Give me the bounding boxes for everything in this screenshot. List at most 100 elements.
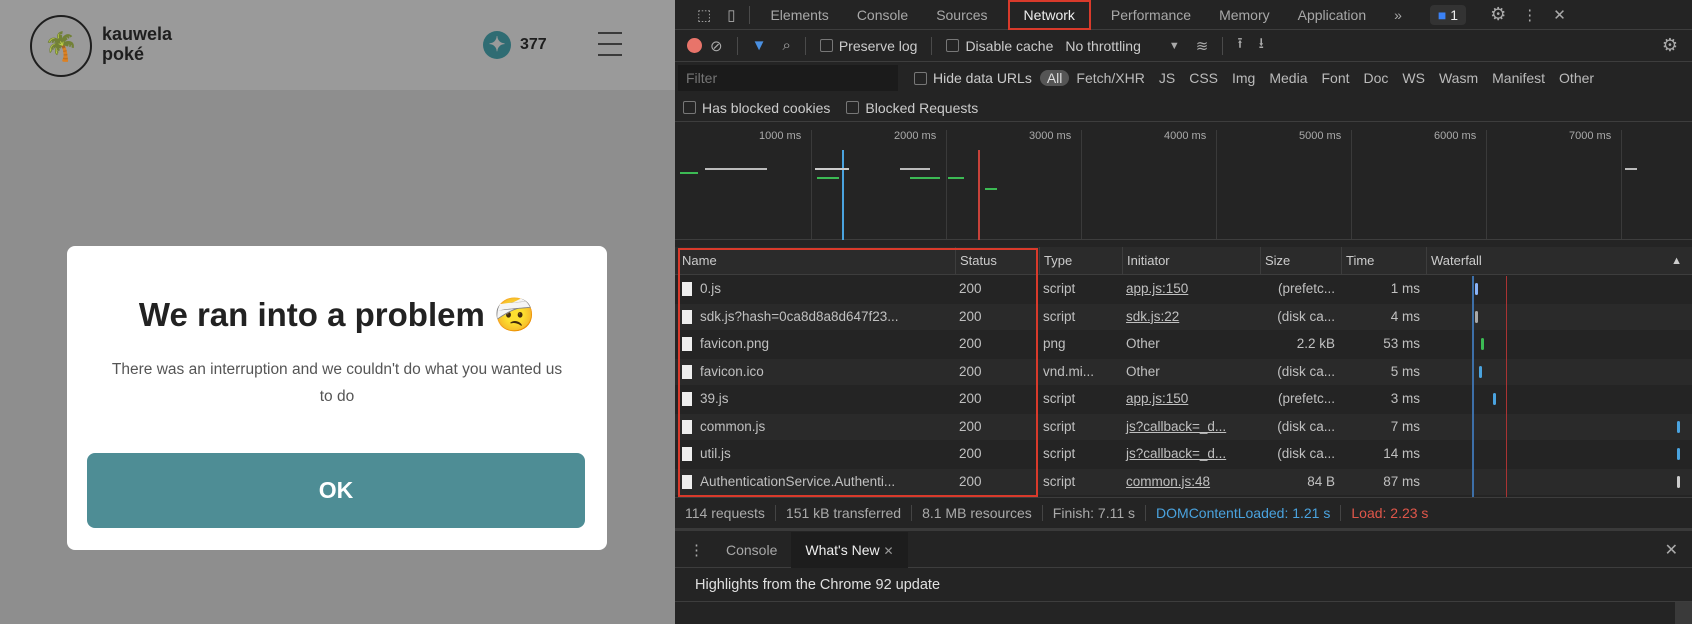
cell-initiator[interactable]: sdk.js:22 <box>1122 304 1260 330</box>
waterfall-bar <box>1481 338 1484 350</box>
throttling-select[interactable]: No throttling <box>1065 38 1140 54</box>
network-settings-gear-icon[interactable]: ⚙ <box>1654 35 1686 56</box>
time-text: 3 ms <box>1390 391 1420 406</box>
blocked-requests-checkbox[interactable]: Blocked Requests <box>846 100 978 116</box>
hide-data-urls-checkbox[interactable]: Hide data URLs <box>914 70 1032 86</box>
time-text: 4 ms <box>1390 308 1420 324</box>
column-header-type[interactable]: Type <box>1039 247 1072 275</box>
record-icon[interactable] <box>687 38 702 53</box>
filter-input[interactable] <box>678 65 898 91</box>
network-overview-timeline[interactable]: 1000 ms 2000 ms 3000 ms 4000 ms 5000 ms … <box>675 122 1692 240</box>
timeline-tick: 1000 ms <box>759 130 802 142</box>
sort-ascending-icon[interactable]: ▲ <box>1671 247 1682 275</box>
cell-initiator[interactable]: app.js:150 <box>1122 386 1260 412</box>
filter-icon[interactable]: ▼ <box>744 37 775 54</box>
filter-type-css[interactable]: CSS <box>1182 70 1225 86</box>
cell-type: script <box>1039 441 1122 467</box>
points-count[interactable]: 377 <box>520 36 547 54</box>
filter-type-other[interactable]: Other <box>1552 70 1601 86</box>
cell-initiator[interactable]: js?callback=_d... <box>1122 414 1260 440</box>
cell-size: 2.2 kB <box>1260 331 1341 357</box>
cell-initiator[interactable]: common.js:48 <box>1122 469 1260 495</box>
logo-text[interactable]: kauwela poké <box>102 24 172 64</box>
tab-console[interactable]: Console <box>843 0 922 30</box>
request-bar <box>815 168 849 170</box>
settings-gear-icon[interactable]: ⚙ <box>1482 4 1514 25</box>
close-tab-icon[interactable]: ✕ <box>884 544 894 558</box>
summary-resources: 8.1 MB resources <box>912 505 1043 521</box>
drawer-tab-whats-new[interactable]: What's New ✕ <box>791 531 908 568</box>
size-text: (disk ca... <box>1277 308 1335 324</box>
waterfall-bar <box>1475 310 1478 323</box>
filter-type-font[interactable]: Font <box>1314 70 1356 86</box>
timeline-tick: 7000 ms <box>1569 130 1612 142</box>
filter-type-js[interactable]: JS <box>1152 70 1182 86</box>
column-header-time[interactable]: Time <box>1341 247 1374 275</box>
whats-new-highlight[interactable]: Highlights from the Chrome 92 update <box>675 568 1692 602</box>
waterfall-bar <box>1677 420 1680 433</box>
chevron-down-icon[interactable]: ▼ <box>1161 40 1188 52</box>
dialog-message: There was an interruption and we couldn'… <box>111 361 563 405</box>
filter-type-fetch-xhr[interactable]: Fetch/XHR <box>1069 70 1151 86</box>
messages-count: 1 <box>1450 6 1459 23</box>
filter-type-ws[interactable]: WS <box>1395 70 1432 86</box>
filter-type-media[interactable]: Media <box>1262 70 1314 86</box>
drawer-tab-console[interactable]: Console <box>712 535 791 565</box>
inspect-element-icon[interactable]: ⬚ <box>689 6 719 24</box>
divider <box>804 36 806 55</box>
preserve-log-checkbox[interactable]: Preserve log <box>819 38 917 54</box>
divider <box>736 36 738 55</box>
export-har-icon[interactable]: ⭳ <box>1251 33 1272 58</box>
close-drawer-icon[interactable]: ✕ <box>1657 540 1686 560</box>
clear-icon[interactable]: ⊘ <box>702 37 731 55</box>
filter-type-wasm[interactable]: Wasm <box>1432 70 1485 86</box>
site-header: 🌴 kauwela poké ✦ 377 <box>0 0 675 90</box>
hamburger-menu-icon[interactable] <box>598 32 622 56</box>
tab-memory[interactable]: Memory <box>1205 0 1284 30</box>
waterfall-bar <box>1677 475 1680 488</box>
search-icon[interactable]: ⌕ <box>774 37 798 54</box>
close-devtools-icon[interactable]: ✕ <box>1545 6 1574 24</box>
column-header-initiator[interactable]: Initiator <box>1122 247 1170 275</box>
filter-type-doc[interactable]: Doc <box>1357 70 1396 86</box>
cell-size: 84 B <box>1260 469 1341 495</box>
request-bar <box>985 188 997 190</box>
hide-data-urls-label: Hide data URLs <box>933 70 1032 86</box>
import-har-icon[interactable]: ⭱ <box>1229 33 1250 58</box>
scrollbar[interactable] <box>1675 602 1692 624</box>
type-text: script <box>1043 308 1076 324</box>
filter-type-manifest[interactable]: Manifest <box>1485 70 1552 86</box>
palm-tree-logo-icon[interactable]: 🌴 <box>30 15 92 77</box>
tab-network[interactable]: Network <box>1007 0 1091 30</box>
cell-initiator[interactable]: app.js:150 <box>1122 276 1260 302</box>
disable-cache-checkbox[interactable]: Disable cache <box>946 38 1053 54</box>
tab-elements[interactable]: Elements <box>756 0 842 30</box>
drawer-menu-icon[interactable]: ⋮ <box>681 541 712 559</box>
has-blocked-cookies-checkbox[interactable]: Has blocked cookies <box>683 100 830 116</box>
cell-time: 14 ms <box>1341 441 1426 467</box>
column-header-size[interactable]: Size <box>1260 247 1290 275</box>
filter-type-img[interactable]: Img <box>1225 70 1262 86</box>
cell-time: 7 ms <box>1341 414 1426 440</box>
tab-sources[interactable]: Sources <box>922 0 1001 30</box>
ok-button[interactable]: OK <box>87 453 585 528</box>
more-options-icon[interactable]: ⋮ <box>1514 6 1545 24</box>
network-conditions-icon[interactable]: ≋ <box>1188 37 1217 55</box>
initiator-text: app.js:150 <box>1126 391 1189 406</box>
column-header-waterfall[interactable]: Waterfall ▲ <box>1426 247 1692 275</box>
initiator-text: common.js:48 <box>1126 473 1211 489</box>
device-toolbar-icon[interactable]: ▯ <box>719 6 743 24</box>
size-text: 2.2 kB <box>1296 336 1335 351</box>
request-bar <box>900 168 930 170</box>
tab-application[interactable]: Application <box>1284 0 1381 30</box>
load-marker <box>978 150 980 240</box>
waterfall-bar <box>1493 393 1496 405</box>
initiator-text: sdk.js:22 <box>1126 308 1180 324</box>
filter-type-all[interactable]: All <box>1039 70 1070 86</box>
cell-initiator[interactable]: js?callback=_d... <box>1122 441 1260 467</box>
more-tabs-button[interactable]: » <box>1380 0 1416 30</box>
tab-performance[interactable]: Performance <box>1097 0 1205 30</box>
points-star-icon[interactable]: ✦ <box>483 31 511 59</box>
cell-type: png <box>1039 331 1122 357</box>
messages-badge[interactable]: ■ 1 <box>1429 4 1467 25</box>
